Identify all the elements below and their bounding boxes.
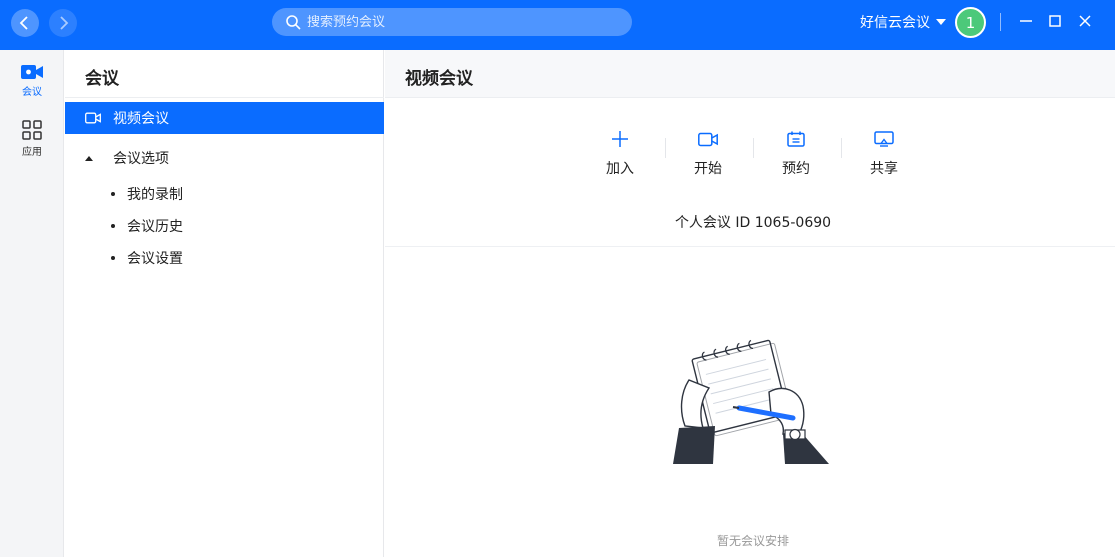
page-title: 视频会议: [405, 69, 473, 89]
divider: [385, 246, 1115, 247]
maximize-icon: [1049, 15, 1061, 27]
empty-state-text: 暂无会议安排: [716, 534, 789, 548]
action-label: 加入: [606, 161, 634, 177]
close-button[interactable]: [1076, 12, 1094, 30]
account-menu[interactable]: 好信云会议: [860, 12, 946, 32]
action-label: 预约: [782, 161, 810, 177]
forward-button[interactable]: [49, 9, 77, 37]
sidebar-group-meeting-options[interactable]: 会议选项: [85, 148, 169, 168]
divider: [753, 138, 754, 158]
sidebar-item-meeting-settings[interactable]: 会议设置: [111, 248, 183, 268]
sidebar-item-meeting-history[interactable]: 会议历史: [111, 216, 183, 236]
divider: [1000, 13, 1001, 31]
search-icon: [286, 14, 301, 30]
sidebar: 会议 视频会议 会议选项 我的录制 会议历史 会议设置: [65, 50, 384, 557]
rail-label-meeting: 会议: [22, 87, 42, 98]
sidebar-group-label: 会议选项: [113, 151, 169, 167]
sidebar-item-label: 视频会议: [113, 111, 169, 127]
back-button[interactable]: [11, 9, 39, 37]
sidebar-title: 会议: [85, 69, 119, 89]
minimize-button[interactable]: [1017, 12, 1035, 30]
divider: [65, 97, 384, 98]
minimize-icon: [1020, 20, 1032, 22]
action-label: 共享: [870, 161, 898, 177]
close-icon: [1079, 15, 1091, 27]
action-label: 开始: [694, 161, 722, 177]
bullet: [111, 192, 115, 196]
rail-item-apps[interactable]: 应用: [0, 120, 64, 158]
rail-label-apps: 应用: [22, 147, 42, 158]
chevron-right-icon: [60, 16, 69, 30]
share-button[interactable]: 共享: [844, 128, 924, 178]
start-button[interactable]: 开始: [668, 128, 748, 178]
sidebar-item-label: 会议设置: [127, 251, 183, 267]
screen-share-icon: [874, 131, 894, 147]
empty-state-illustration: [673, 339, 829, 464]
main-panel: 视频会议 加入 开始 预约 共享 个人会议 ID 1065-0690 暂无会议安…: [385, 50, 1115, 557]
avatar[interactable]: 1: [955, 7, 986, 38]
plus-icon: [612, 131, 628, 147]
search-input[interactable]: [307, 14, 607, 30]
sidebar-item-label: 我的录制: [127, 187, 183, 203]
video-camera-icon: [698, 132, 718, 146]
caret-down-icon: [936, 19, 946, 25]
main-header: 视频会议: [385, 50, 1115, 98]
join-button[interactable]: 加入: [580, 128, 660, 178]
video-camera-icon: [85, 112, 101, 124]
schedule-button[interactable]: 预约: [756, 128, 836, 178]
calendar-icon: [787, 131, 805, 147]
divider: [841, 138, 842, 158]
rail-item-meeting[interactable]: 会议: [0, 64, 64, 98]
personal-meeting-id: 个人会议 ID 1065-0690: [674, 215, 832, 231]
chevron-left-icon: [19, 16, 28, 30]
bullet: [111, 256, 115, 260]
sidebar-item-video-meeting[interactable]: 视频会议: [65, 102, 384, 134]
video-camera-icon: [21, 65, 43, 79]
apps-grid-icon: [22, 120, 42, 140]
sidebar-item-my-recordings[interactable]: 我的录制: [111, 184, 183, 204]
search-box[interactable]: [272, 8, 632, 36]
maximize-button[interactable]: [1046, 12, 1064, 30]
caret-up-icon: [85, 155, 93, 161]
account-name: 好信云会议: [860, 15, 930, 31]
divider: [665, 138, 666, 158]
title-bar: 好信云会议 1: [0, 0, 1115, 50]
bullet: [111, 224, 115, 228]
sidebar-item-label: 会议历史: [127, 219, 183, 235]
left-rail: 会议 应用: [0, 50, 64, 557]
